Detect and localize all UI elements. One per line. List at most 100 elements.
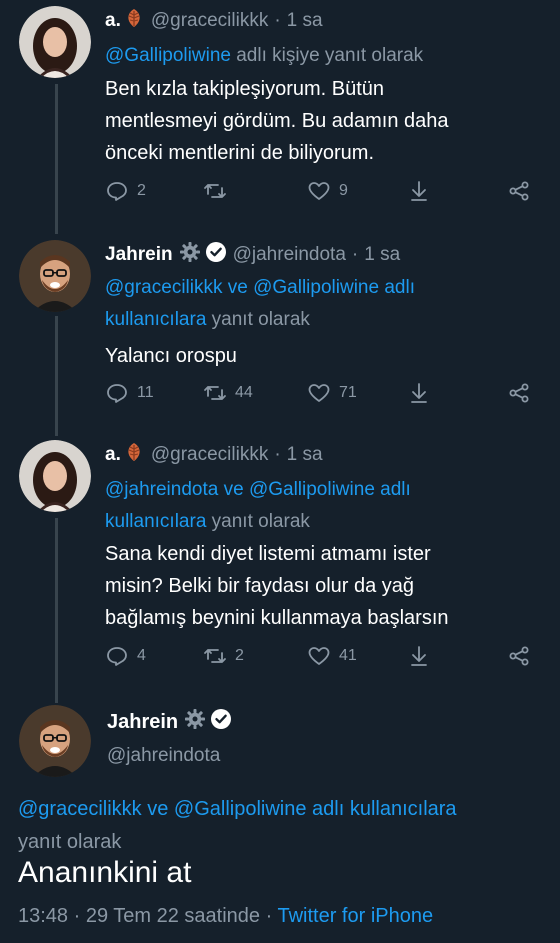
avatar[interactable] [19,705,91,777]
tweet-date[interactable]: 29 Tem 22 saatinde [86,905,260,927]
reply-count: 11 [137,384,154,401]
mention-link[interactable]: kullanıcılara [105,511,206,532]
separator-dot: · [274,10,281,31]
tweet-text-line: misin? Belki bir faydası olur da yağ [105,575,415,597]
separator-dot: · [274,444,281,465]
display-name[interactable]: a. [105,10,121,32]
tweet-text: Yalancı orospu [105,340,545,372]
gear-icon [184,708,206,736]
retweet-count: 2 [235,647,244,664]
retweet-count: 44 [235,384,253,401]
reply-count: 2 [137,182,146,199]
reply-icon [107,647,127,666]
like-button[interactable]: 41 [307,644,357,668]
tweet-text: Ben kızla takipleşiyorum. Bütün mentlesm… [105,73,545,169]
timestamp[interactable]: 1 sa [287,10,323,32]
tweet-time[interactable]: 13:48 [18,905,68,927]
separator-dot: · [73,905,86,927]
separator-dot: · [265,905,278,927]
display-name[interactable]: a. [105,444,121,466]
avatar-man-image [19,705,91,777]
mention-link[interactable]: @jahreindota [105,479,218,500]
tweet-text: Sana kendi diyet listemi atmamı ister mi… [105,538,545,634]
reply-context-text: adlı kişiye yanıt olarak [230,45,424,66]
main-display-name: Jahrein [107,708,232,736]
tweet[interactable]: a. @gracecilikkk · 1 sa @Gallipoliwine a… [0,0,560,232]
share-icon [509,383,529,403]
reply-button[interactable]: 2 [105,179,146,203]
heart-icon [308,384,330,402]
reply-context: @jahreindota ve @Gallipoliwine adlı kull… [105,474,545,538]
display-name[interactable]: Jahrein [105,244,173,266]
source-link[interactable]: Twitter for iPhone [277,905,433,927]
reply-button[interactable]: 4 [105,644,146,668]
retweet-icon [204,184,226,198]
mention-link[interactable]: @Gallipoliwine [105,45,231,66]
avatar[interactable] [19,440,91,512]
mention-link[interactable]: @Gallipoliwine adlı [253,277,415,298]
avatar-woman-image [19,440,91,512]
tweet-header: Jahrein @jahreindota · 1 sa [105,240,400,270]
avatar[interactable] [19,6,91,78]
avatar-man-image [19,240,91,312]
reply-context-text: ve [222,277,254,298]
retweet-button[interactable]: 44 [203,381,253,405]
tweet-text-line: Ben kızla takipleşiyorum. Bütün [105,78,385,100]
avatar[interactable] [19,240,91,312]
tweet-text-line: bağlamış beynini kullanmaya başlarsın [105,607,449,629]
display-name[interactable]: Jahrein [107,711,178,734]
mention-link[interactable]: kullanıcılara [105,309,206,330]
heart-icon [308,647,330,665]
handle[interactable]: @jahreindota [233,244,346,266]
reply-context: @gracecilikkk ve @Gallipoliwine adlı kul… [105,272,545,336]
share-icon [509,181,529,201]
handle[interactable]: @jahreindota [107,745,220,767]
reply-button[interactable]: 11 [105,381,154,405]
timestamp[interactable]: 1 sa [364,244,400,266]
like-count: 9 [339,182,348,199]
mention-link[interactable]: @gracecilikkk ve @Gallipoliwine adlı kul… [18,793,548,826]
tweet-header: a. @gracecilikkk · 1 sa [105,6,323,36]
bookmark-button[interactable] [407,644,431,668]
handle[interactable]: @gracecilikkk [151,444,268,466]
timestamp[interactable]: 1 sa [287,444,323,466]
download-icon [411,646,427,666]
gear-icon [179,241,201,269]
verified-badge-icon [210,708,232,736]
share-icon [509,646,529,666]
action-bar: 11 44 71 [105,381,545,411]
action-bar: 4 2 41 [105,644,545,674]
retweet-icon [204,386,226,400]
mention-link[interactable]: @Gallipoliwine adlı [249,479,411,500]
reply-context-text: yanıt olarak [18,831,122,853]
bookmark-button[interactable] [407,179,431,203]
reply-context: @gracecilikkk ve @Gallipoliwine adlı kul… [18,793,548,859]
reply-context-text: ve [218,479,249,500]
tweet[interactable]: Jahrein @jahreindota · 1 sa @gracecilikk… [0,232,560,432]
retweet-button[interactable] [203,179,235,203]
like-button[interactable]: 71 [307,381,357,405]
reply-context-text: yanıt olarak [206,511,310,532]
avatar-woman-image [19,6,91,78]
share-button[interactable] [507,381,531,405]
like-count: 41 [339,647,357,664]
share-button[interactable] [507,644,531,668]
action-bar: 2 9 [105,179,545,209]
retweet-button[interactable]: 2 [203,644,244,668]
tweet-meta: 13:48 · 29 Tem 22 saatinde · Twitter for… [18,905,433,928]
mention-link[interactable]: @gracecilikkk [105,277,222,298]
like-button[interactable]: 9 [307,179,348,203]
leaf-icon [123,441,145,469]
handle[interactable]: @gracecilikkk [151,10,268,32]
tweet[interactable]: a. @gracecilikkk · 1 sa @jahreindota ve … [0,432,560,700]
retweet-icon [204,649,226,663]
reply-icon [107,182,127,201]
reply-icon [107,384,127,403]
share-button[interactable] [507,179,531,203]
download-icon [411,181,427,201]
bookmark-button[interactable] [407,381,431,405]
verified-badge-icon [205,241,227,269]
tweet-text-line: Yalancı orospu [105,345,237,367]
heart-icon [308,182,330,200]
tweet-text-line: önceki mentlerini de biliyorum. [105,142,375,164]
